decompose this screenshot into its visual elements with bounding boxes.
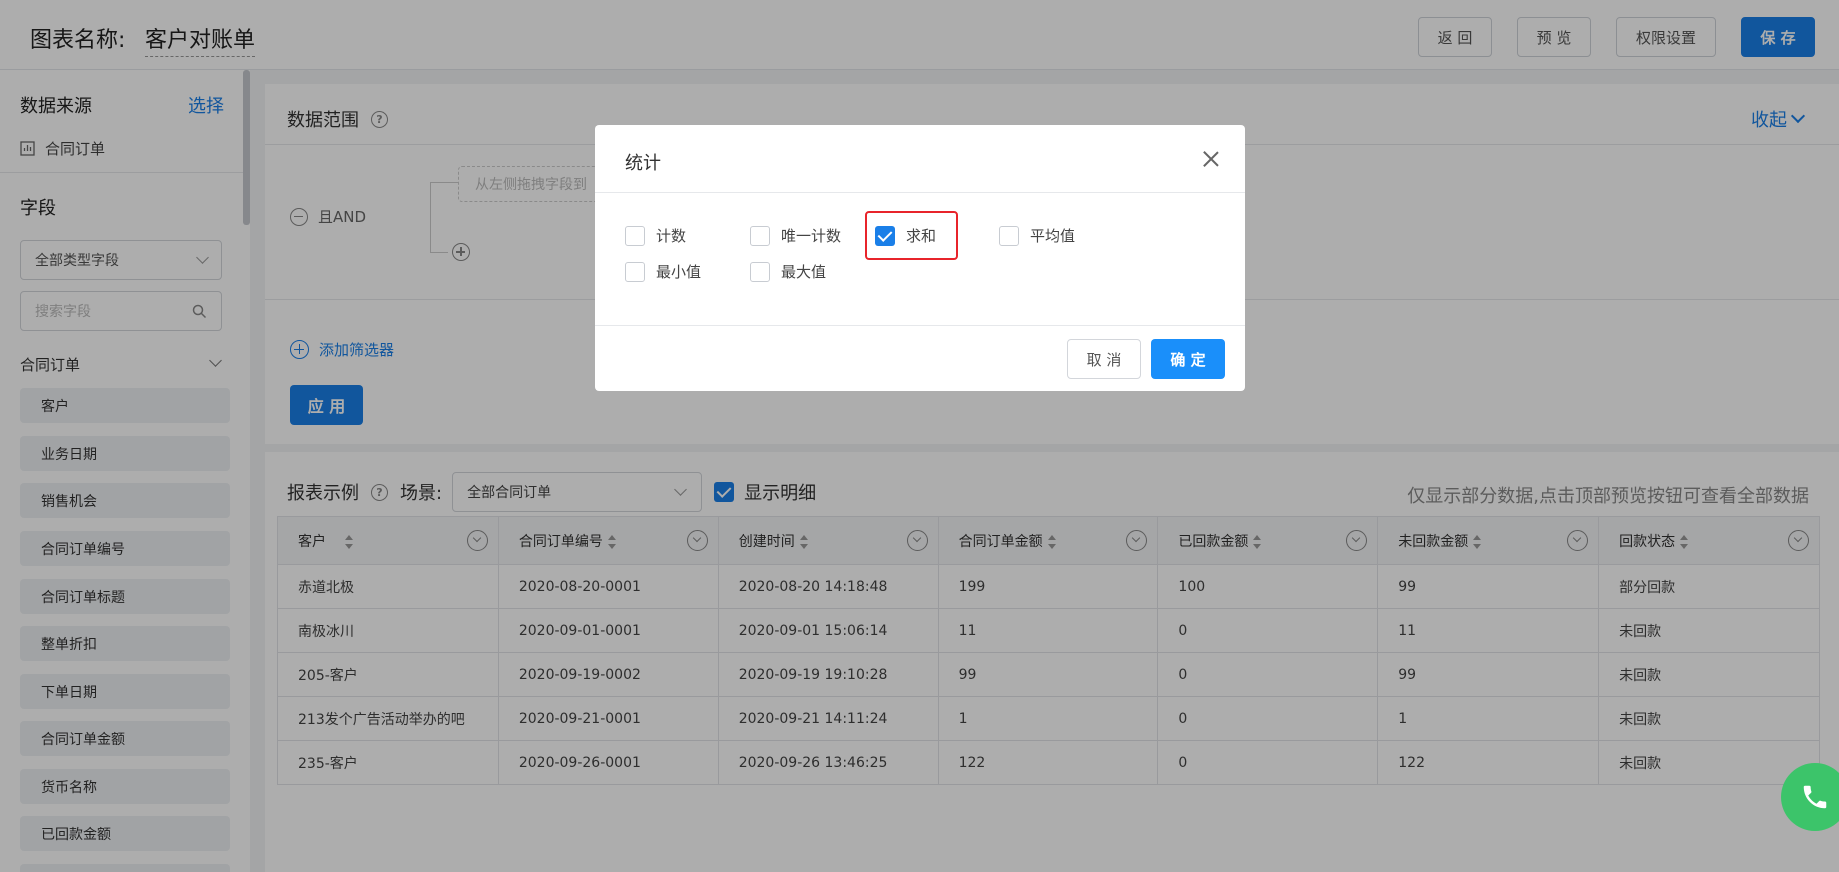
option-unique-count[interactable]: 唯一计数 [750,225,841,246]
option-count[interactable]: 计数 [625,225,686,246]
divider [595,325,1245,326]
sum-highlight-box [865,211,958,260]
dialog-title: 统计 [625,153,661,174]
option-min[interactable]: 最小值 [625,261,701,282]
cancel-button[interactable]: 取 消 [1067,339,1141,379]
confirm-button[interactable]: 确 定 [1151,339,1225,379]
max-checkbox[interactable] [750,261,770,282]
option-max[interactable]: 最大值 [750,261,826,282]
average-checkbox[interactable] [999,225,1019,246]
option-average[interactable]: 平均值 [999,225,1075,246]
phone-icon [1803,785,1827,809]
unique-count-checkbox[interactable] [750,225,770,246]
statistics-dialog: 统计 计数 唯一计数 求和 平均值 最小值 最大值 取 消 确 定 [595,125,1245,391]
min-checkbox[interactable] [625,261,645,282]
divider [595,192,1245,193]
count-checkbox[interactable] [625,225,645,246]
close-icon[interactable] [1203,151,1219,167]
